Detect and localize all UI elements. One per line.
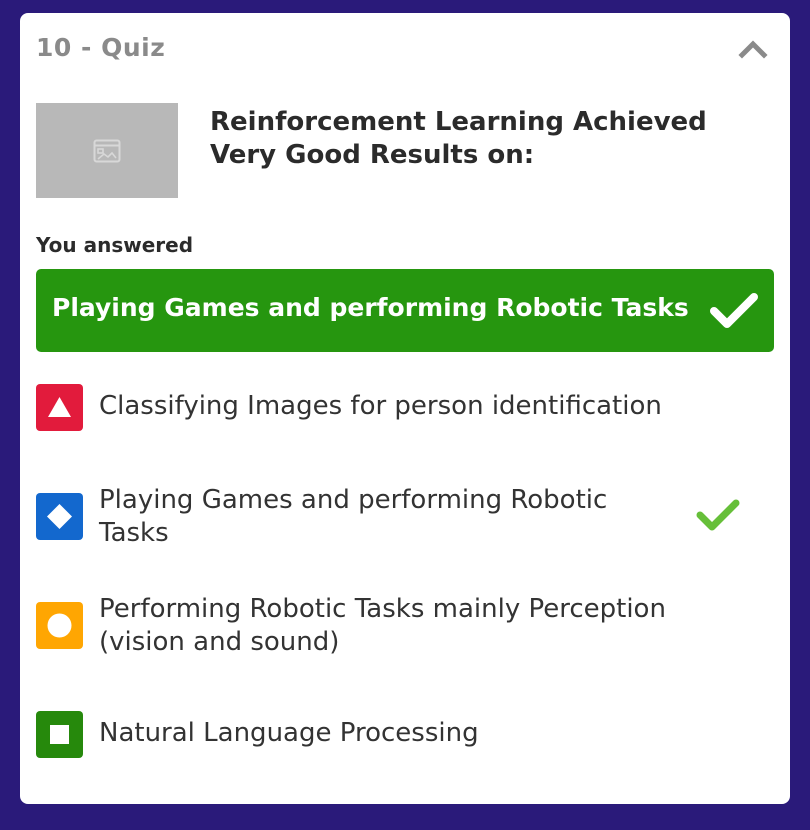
square-icon	[50, 725, 69, 744]
collapse-button[interactable]	[738, 37, 768, 61]
option-4-label: Natural Language Processing	[99, 718, 479, 748]
question: Reinforcement Learning Achieved Very Goo…	[36, 103, 774, 203]
card-header: 10 - Quiz	[36, 31, 774, 67]
chevron-up-icon	[738, 40, 768, 59]
checkmark-icon	[710, 293, 758, 328]
quiz-title: 10 - Quiz	[36, 33, 166, 62]
answer-option-3: Performing Robotic Tasks mainly Percepti…	[36, 591, 774, 661]
diamond-icon	[47, 504, 72, 529]
image-placeholder-icon	[93, 139, 121, 163]
answer-option-1: Classifying Images for person identifica…	[36, 384, 774, 431]
option-1-label: Classifying Images for person identifica…	[99, 391, 662, 421]
option-3-label: Performing Robotic Tasks mainly Percepti…	[99, 594, 666, 657]
answer-option-4: Natural Language Processing	[36, 711, 774, 758]
answered-answer-text: Playing Games and performing Robotic Tas…	[52, 293, 689, 322]
option-1-shape	[36, 384, 83, 431]
correct-check-icon	[696, 499, 740, 531]
option-4-shape	[36, 711, 83, 758]
question-text: Reinforcement Learning Achieved Very Goo…	[210, 107, 707, 170]
question-image	[36, 103, 178, 198]
circle-icon	[47, 613, 72, 638]
quiz-card: 10 - Quiz Reinforcement Learning Achieve…	[20, 13, 790, 804]
option-2-shape	[36, 493, 83, 540]
answered-label: You answered	[36, 233, 194, 257]
triangle-icon	[48, 397, 71, 417]
option-2-label: Playing Games and performing Robotic Tas…	[99, 485, 608, 548]
answer-option-2: Playing Games and performing Robotic Tas…	[36, 481, 774, 551]
option-3-shape	[36, 602, 83, 649]
answered-answer: Playing Games and performing Robotic Tas…	[36, 269, 774, 352]
